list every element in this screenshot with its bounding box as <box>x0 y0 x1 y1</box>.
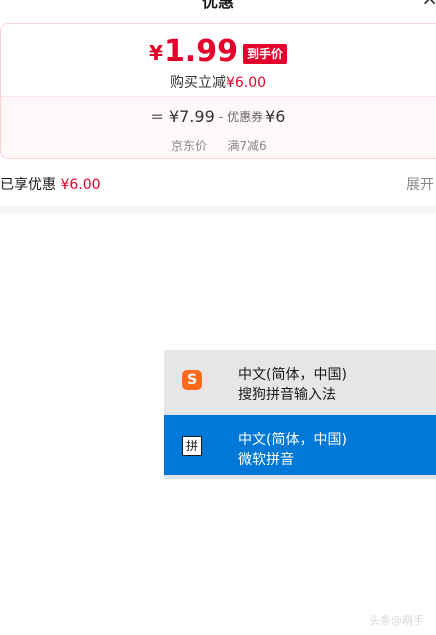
sogou-icon-box: S <box>182 370 204 392</box>
expand-link[interactable]: 展开 <box>406 174 434 194</box>
ime-item-microsoft-pinyin[interactable]: 拼 中文(简体，中国) 微软拼音 <box>164 415 436 475</box>
instant-discount: 购买立减¥6.00 <box>1 72 435 92</box>
final-price-row: ¥ 1.99 到手价 <box>1 34 435 70</box>
price-card: ¥ 1.99 到手价 购买立减¥6.00 = ¥7.99 - 优惠券 ¥6 京东… <box>0 23 436 159</box>
instant-discount-value: ¥6.00 <box>225 75 267 91</box>
sogou-icon: S <box>182 370 202 390</box>
price-card-top: ¥ 1.99 到手价 购买立减¥6.00 <box>1 24 436 96</box>
ime-language: 中文(简体，中国) <box>238 432 347 448</box>
enjoyed-discount-row: 已享优惠 ¥6.00 展开 <box>0 174 436 196</box>
currency-symbol: ¥ <box>149 41 163 65</box>
breakdown-row: = ¥7.99 - 优惠券 ¥6 <box>1 107 435 126</box>
ime-item-text: 中文(简体，中国) 微软拼音 <box>238 430 347 470</box>
final-price-badge: 到手价 <box>242 44 287 64</box>
price-breakdown: = ¥7.99 - 优惠券 ¥6 京东价 满7减6 <box>1 96 436 158</box>
instant-discount-label: 购买立减 <box>169 75 226 91</box>
section-divider <box>0 206 436 214</box>
watermark: 头条@萌手 <box>369 614 424 627</box>
coupon-label: 优惠券 <box>227 110 264 124</box>
ime-language: 中文(简体，中国) <box>238 367 347 383</box>
minus-sign: - <box>218 109 224 124</box>
enjoyed-label: 已享优惠 <box>0 177 56 193</box>
pinyin-icon-box: 拼 <box>182 435 204 457</box>
ime-method: 搜狗拼音输入法 <box>238 387 336 403</box>
ime-method: 微软拼音 <box>238 452 294 468</box>
jd-price-label: 京东价 <box>170 139 207 153</box>
breakdown-labels: 京东价 满7减6 <box>1 137 435 154</box>
enjoyed-value: ¥6.00 <box>60 177 101 193</box>
header-title: 优惠 <box>201 0 234 11</box>
coupon-rule-label: 满7减6 <box>227 139 267 153</box>
jd-price: ¥7.99 <box>168 107 215 126</box>
ime-popup: S 中文(简体，中国) 搜狗拼音输入法 拼 中文(简体，中国) 微软拼音 <box>164 350 436 479</box>
ime-item-text: 中文(简体，中国) 搜狗拼音输入法 <box>238 365 347 405</box>
pinyin-icon: 拼 <box>182 436 202 456</box>
final-price: 1.99 <box>163 34 238 69</box>
coupon-value: ¥6 <box>265 107 286 126</box>
equals-sign: = <box>150 107 164 126</box>
close-icon[interactable]: × <box>421 0 436 10</box>
ime-item-sogou[interactable]: S 中文(简体，中国) 搜狗拼音输入法 <box>164 350 436 412</box>
